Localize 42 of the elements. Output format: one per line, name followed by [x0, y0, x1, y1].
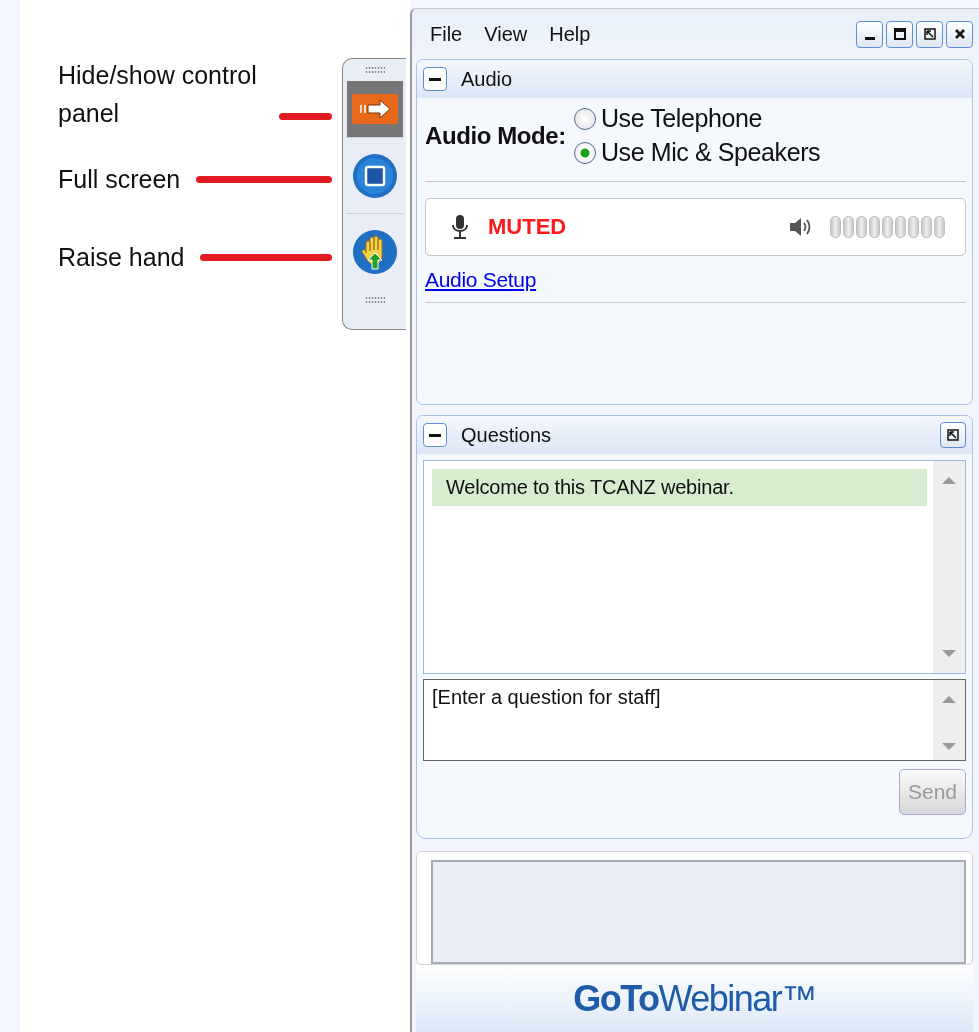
popout-icon [946, 428, 960, 442]
scroll-up-icon[interactable] [942, 696, 956, 703]
close-icon [952, 27, 967, 41]
panel-toggle-button[interactable] [346, 81, 403, 137]
fullscreen-icon [351, 152, 398, 199]
raise-hand-icon [351, 228, 398, 275]
panel-title: Audio [461, 67, 513, 91]
audio-setup-link[interactable]: Audio Setup [425, 268, 537, 292]
panel-title: Questions [461, 423, 552, 447]
minimize-button[interactable] [856, 20, 883, 48]
leader-line [279, 113, 332, 120]
scroll-up-icon[interactable] [942, 477, 956, 484]
scroll-down-icon[interactable] [942, 650, 956, 657]
speaker-icon [788, 216, 812, 238]
scrollbar[interactable] [933, 461, 965, 673]
annotation-label: Full screen [58, 164, 181, 194]
popout-button[interactable] [916, 20, 943, 48]
close-button[interactable] [946, 20, 973, 48]
mic-status: MUTED [488, 214, 567, 240]
maximize-button[interactable] [886, 20, 913, 48]
annotation-label: Hide/show control panel [58, 60, 258, 129]
maximize-icon [892, 27, 907, 41]
radio-label: Use Telephone [600, 104, 763, 133]
popout-button[interactable] [940, 422, 966, 448]
collapse-button[interactable] [423, 67, 447, 91]
radio-button[interactable] [573, 107, 596, 130]
audio-mode-label: Audio Mode: [425, 121, 566, 150]
collapse-button[interactable] [423, 423, 447, 447]
microphone-icon [450, 214, 470, 240]
annotation-label: Raise hand [58, 242, 185, 272]
grip-icon[interactable] [364, 296, 385, 304]
scroll-down-icon[interactable] [942, 743, 956, 750]
popout-icon [922, 27, 937, 41]
grip-icon[interactable] [364, 66, 385, 74]
message: Welcome to this TCANZ webinar. [432, 469, 927, 506]
radio-option[interactable]: Use Telephone [573, 104, 821, 133]
menu-item[interactable]: Help [549, 22, 591, 46]
radio-button[interactable] [573, 141, 596, 164]
logo: GoToWebinar™ [573, 977, 816, 1020]
minimize-icon [864, 36, 875, 40]
menu-item[interactable]: File [430, 22, 463, 46]
menu-item[interactable]: View [484, 22, 528, 46]
